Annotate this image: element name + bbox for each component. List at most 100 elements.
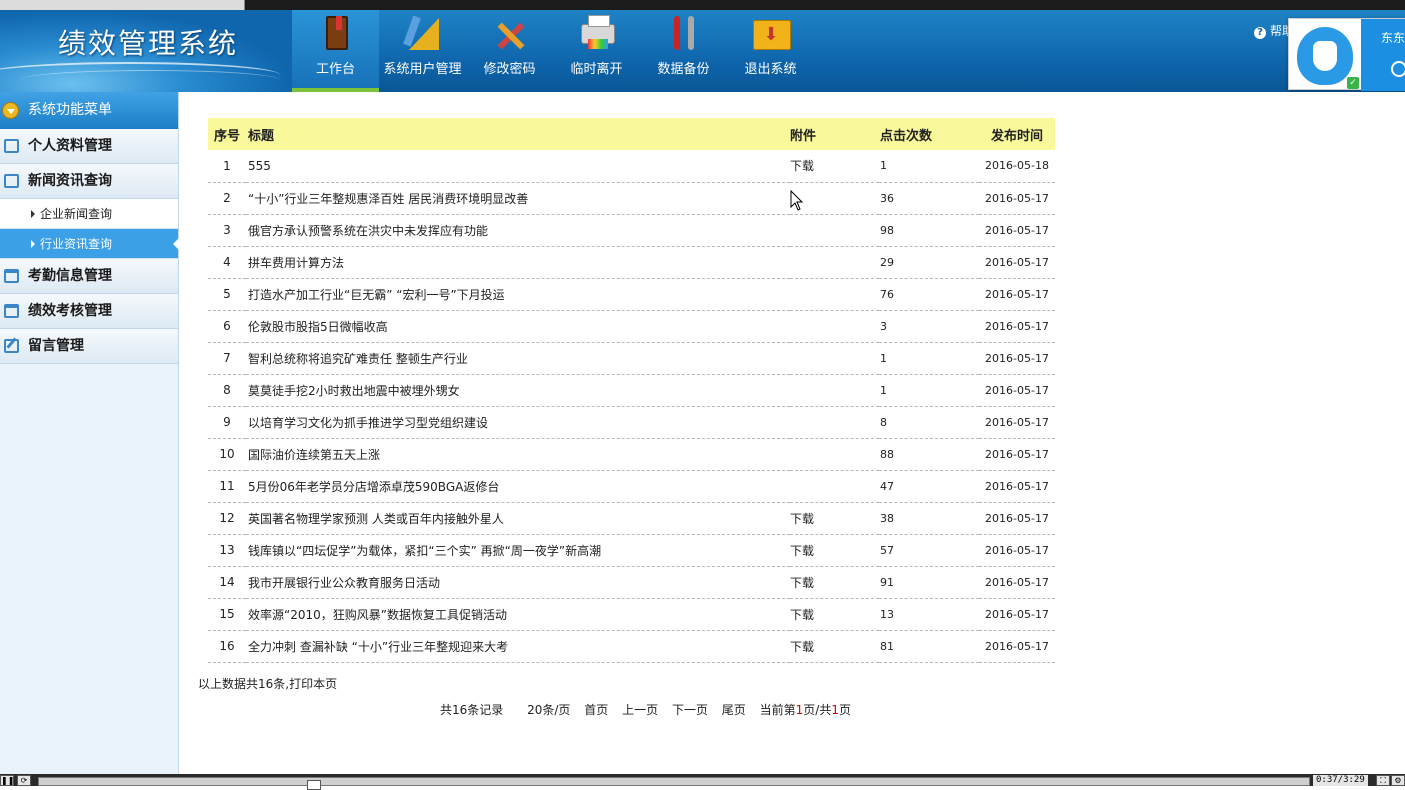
seek-bar[interactable] xyxy=(38,777,1310,790)
row-title-link[interactable]: 5月份06年老学员分店增添卓茂590BGA返修台 xyxy=(248,480,499,494)
sidebar-item-news[interactable]: 新闻资讯查询 xyxy=(0,164,178,199)
row-hits-cell: 1 xyxy=(879,150,979,183)
window-tab[interactable] xyxy=(0,0,245,10)
sidebar-item-messages[interactable]: 留言管理 xyxy=(0,329,178,364)
nav-data-backup[interactable]: 数据备份 xyxy=(640,10,727,92)
row-date-cell: 2016-05-17 xyxy=(979,214,1055,247)
row-date-cell: 2016-05-18 xyxy=(979,150,1055,183)
sidebar-subitem-industry-news[interactable]: 行业资讯查询 xyxy=(0,229,179,259)
pager-prev[interactable]: 上一页 xyxy=(622,703,658,717)
row-title-link[interactable]: 莫莫徒手挖2小时救出地震中被埋外甥女 xyxy=(248,384,460,398)
edit-icon xyxy=(4,339,19,353)
row-title-link[interactable]: 钱库镇以“四坛促学”为载体，紧扣“三个实” 再掀“周一夜学”新高潮 xyxy=(248,544,601,558)
row-attachment-link[interactable]: 下载 xyxy=(790,576,814,590)
news-table: 序号 标题 附件 点击次数 发布时间 1 555 下载 1 2016-05-18 2 “十小… xyxy=(208,118,1055,663)
assistant-widget[interactable]: ✓ 东东 xyxy=(1288,18,1405,91)
row-title-link[interactable]: 555 xyxy=(248,159,271,173)
row-title-link[interactable]: 拼车费用计算方法 xyxy=(248,256,344,270)
row-attachment-link[interactable]: 下载 xyxy=(790,640,814,654)
top-nav: 工作台 系统用户管理 修改密码 临时离开 数据备份 退出系统 xyxy=(292,10,814,92)
row-attachment-link[interactable]: 下载 xyxy=(790,608,814,622)
pager-last[interactable]: 尾页 xyxy=(722,703,746,717)
row-attachment-cell: 下载 xyxy=(790,598,879,631)
print-link[interactable]: 打印本页 xyxy=(289,677,337,691)
column-header-hits: 点击次数 xyxy=(879,118,979,150)
row-date-cell: 2016-05-17 xyxy=(979,630,1055,663)
row-title-cell: 俄官方承认预警系统在洪灾中未发挥应有功能 xyxy=(246,214,790,247)
table-body: 1 555 下载 1 2016-05-18 2 “十小”行业三年整规惠泽百姓 居民消费环境明… xyxy=(208,150,1055,663)
fullscreen-icon[interactable]: ⛶ xyxy=(1376,775,1390,786)
row-number-cell: 14 xyxy=(208,566,246,599)
row-title-cell: 555 xyxy=(246,150,790,183)
row-hits-cell: 36 xyxy=(879,182,979,215)
row-hits-cell: 3 xyxy=(879,310,979,343)
nav-change-password[interactable]: 修改密码 xyxy=(466,10,553,92)
pager-next[interactable]: 下一页 xyxy=(672,703,708,717)
column-header-title: 标题 xyxy=(246,118,790,150)
row-number-cell: 2 xyxy=(208,182,246,215)
row-attachment-cell: 下载 xyxy=(790,534,879,567)
row-date-cell: 2016-05-17 xyxy=(979,502,1055,535)
row-attachment-link[interactable]: 下载 xyxy=(790,159,814,173)
table-row: 12 英国著名物理学家预测 人类或百年内接触外星人 下载 38 2016-05-17 xyxy=(208,502,1055,535)
nav-label: 修改密码 xyxy=(483,62,536,77)
row-title-cell: 莫莫徒手挖2小时救出地震中被埋外甥女 xyxy=(246,374,790,407)
seek-thumb[interactable] xyxy=(307,780,321,790)
nav-exit-system[interactable]: 退出系统 xyxy=(727,10,814,92)
nav-temporary-leave[interactable]: 临时离开 xyxy=(553,10,640,92)
row-title-link[interactable]: 全力冲刺 查漏补缺 “十小”行业三年整规迎来大考 xyxy=(248,640,508,654)
row-number-cell: 12 xyxy=(208,502,246,535)
nav-workbench[interactable]: 工作台 xyxy=(292,10,379,92)
row-title-link[interactable]: 英国著名物理学家预测 人类或百年内接触外星人 xyxy=(248,512,504,526)
table-row: 13 钱库镇以“四坛促学”为载体，紧扣“三个实” 再掀“周一夜学”新高潮 下载 57 2… xyxy=(208,534,1055,567)
row-title-link[interactable]: “十小”行业三年整规惠泽百姓 居民消费环境明显改善 xyxy=(248,192,528,206)
row-title-link[interactable]: 伦敦股市股指5日微幅收高 xyxy=(248,320,388,334)
replay-icon[interactable]: ⟳ xyxy=(17,775,31,786)
nav-label: 工作台 xyxy=(315,62,355,77)
row-number-cell: 10 xyxy=(208,438,246,471)
row-title-link[interactable]: 俄官方承认预警系统在洪灾中未发挥应有功能 xyxy=(248,224,488,238)
row-title-link[interactable]: 以培育学习文化为抓手推进学习型党组织建设 xyxy=(248,416,488,430)
smile-icon[interactable] xyxy=(1391,61,1405,77)
row-number-cell: 5 xyxy=(208,278,246,311)
pager-first[interactable]: 首页 xyxy=(584,703,608,717)
row-attachment-link[interactable]: 下载 xyxy=(790,512,814,526)
row-title-link[interactable]: 打造水产加工行业“巨无霸” “宏利一号”下月投运 xyxy=(248,288,505,302)
sidebar-subitem-company-news[interactable]: 企业新闻查询 xyxy=(0,199,178,229)
row-title-cell: 以培育学习文化为抓手推进学习型党组织建设 xyxy=(246,406,790,439)
row-hits-cell: 29 xyxy=(879,246,979,279)
sidebar-item-profile[interactable]: 个人资料管理 xyxy=(0,129,178,164)
sidebar-item-performance[interactable]: 绩效考核管理 xyxy=(0,294,178,329)
row-attachment-cell xyxy=(790,470,879,503)
wrench-icon xyxy=(664,14,704,54)
row-attachment-cell: 下载 xyxy=(790,566,879,599)
row-hits-cell: 47 xyxy=(879,470,979,503)
table-row: 9 以培育学习文化为抓手推进学习型党组织建设 8 2016-05-17 xyxy=(208,406,1055,439)
row-title-cell: 打造水产加工行业“巨无霸” “宏利一号”下月投运 xyxy=(246,278,790,311)
row-number-cell: 13 xyxy=(208,534,246,567)
table-row: 8 莫莫徒手挖2小时救出地震中被埋外甥女 1 2016-05-17 xyxy=(208,374,1055,407)
pagination: 共16条记录 20条/页 首页 上一页 下一页 尾页 当前第1页/共1页 xyxy=(440,701,851,718)
row-title-link[interactable]: 我市开展银行业公众教育服务日活动 xyxy=(248,576,440,590)
row-title-link[interactable]: 智利总统称将追究矿难责任 整顿生产行业 xyxy=(248,352,468,366)
sidebar-item-attendance[interactable]: 考勤信息管理 xyxy=(0,259,178,294)
row-title-link[interactable]: 国际油价连续第五天上涨 xyxy=(248,448,380,462)
row-date-cell: 2016-05-17 xyxy=(979,342,1055,375)
row-date-cell: 2016-05-17 xyxy=(979,598,1055,631)
sidebar-item-label: 考勤信息管理 xyxy=(28,268,112,284)
row-title-cell: 伦敦股市股指5日微幅收高 xyxy=(246,310,790,343)
settings-icon[interactable]: ⚙ xyxy=(1391,775,1405,786)
app-title: 绩效管理系统 xyxy=(58,27,239,60)
tools-icon xyxy=(490,14,530,54)
pause-icon[interactable]: ❚❚ xyxy=(0,775,14,786)
sidebar-header[interactable]: 系统功能菜单 xyxy=(0,92,178,129)
table-header-row: 序号 标题 附件 点击次数 发布时间 xyxy=(208,118,1055,150)
nav-user-management[interactable]: 系统用户管理 xyxy=(379,10,466,92)
row-attachment-cell xyxy=(790,214,879,247)
row-title-link[interactable]: 效率源“2010，狂购风暴”数据恢复工具促销活动 xyxy=(248,608,507,622)
row-date-cell: 2016-05-17 xyxy=(979,278,1055,311)
row-number-cell: 6 xyxy=(208,310,246,343)
row-attachment-cell xyxy=(790,310,879,343)
row-attachment-link[interactable]: 下载 xyxy=(790,544,814,558)
table-row: 11 5月份06年老学员分店增添卓茂590BGA返修台 47 2016-05-17 xyxy=(208,470,1055,503)
